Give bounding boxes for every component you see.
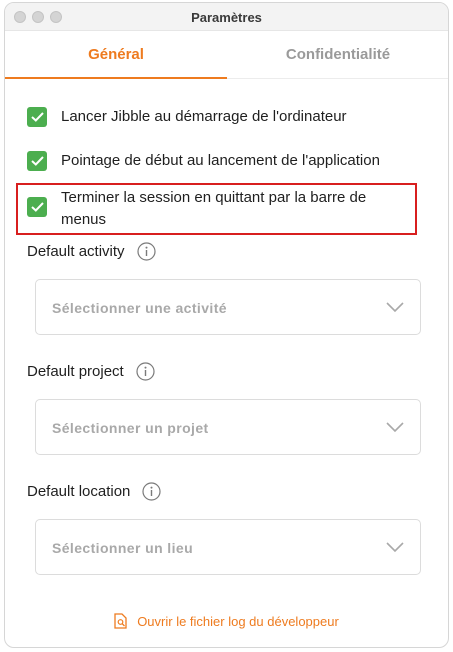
- checkmark-icon[interactable]: [27, 151, 47, 171]
- footer-link-label: Ouvrir le fichier log du développeur: [137, 613, 339, 629]
- chevron-down-icon: [386, 302, 404, 313]
- default-location-label: Default location: [27, 482, 162, 501]
- default-location-select[interactable]: Sélectionner un lieu: [35, 519, 421, 575]
- default-activity-select[interactable]: Sélectionner une activité: [35, 279, 421, 335]
- settings-window: Paramètres Général Confidentialité Lance…: [4, 2, 449, 648]
- option-end-session-on-quit[interactable]: Terminer la session en quittant par la b…: [27, 187, 397, 231]
- info-icon[interactable]: [136, 242, 156, 261]
- option-label: Terminer la session en quittant par la b…: [61, 189, 367, 228]
- field-label-text: Default location: [27, 483, 131, 500]
- tab-privacy[interactable]: Confidentialité: [227, 31, 448, 79]
- info-icon[interactable]: [142, 482, 162, 501]
- default-project-select[interactable]: Sélectionner un projet: [35, 399, 421, 455]
- document-search-icon: [114, 613, 128, 629]
- chevron-down-icon: [386, 422, 404, 433]
- option-label: Pointage de début au lancement de l'appl…: [61, 152, 380, 169]
- checkmark-icon[interactable]: [27, 197, 47, 217]
- option-label: Lancer Jibble au démarrage de l'ordinate…: [61, 108, 347, 125]
- default-project-label: Default project: [27, 362, 155, 381]
- select-placeholder: Sélectionner un projet: [52, 420, 209, 436]
- window-title: Paramètres: [191, 10, 262, 25]
- option-launch-at-startup[interactable]: Lancer Jibble au démarrage de l'ordinate…: [27, 106, 427, 128]
- tab-bar: Général Confidentialité: [5, 31, 448, 79]
- info-icon[interactable]: [136, 362, 155, 381]
- title-bar: Paramètres: [5, 3, 448, 31]
- default-activity-label: Default activity: [27, 242, 156, 261]
- chevron-down-icon: [386, 542, 404, 553]
- field-label-text: Default project: [27, 363, 124, 380]
- field-label-text: Default activity: [27, 243, 125, 260]
- checkmark-icon[interactable]: [27, 107, 47, 127]
- select-placeholder: Sélectionner un lieu: [52, 540, 194, 556]
- open-developer-log-link[interactable]: Ouvrir le fichier log du développeur: [5, 613, 448, 629]
- option-clock-in-on-launch[interactable]: Pointage de début au lancement de l'appl…: [27, 150, 427, 172]
- select-placeholder: Sélectionner une activité: [52, 300, 227, 316]
- tab-general[interactable]: Général: [5, 31, 227, 79]
